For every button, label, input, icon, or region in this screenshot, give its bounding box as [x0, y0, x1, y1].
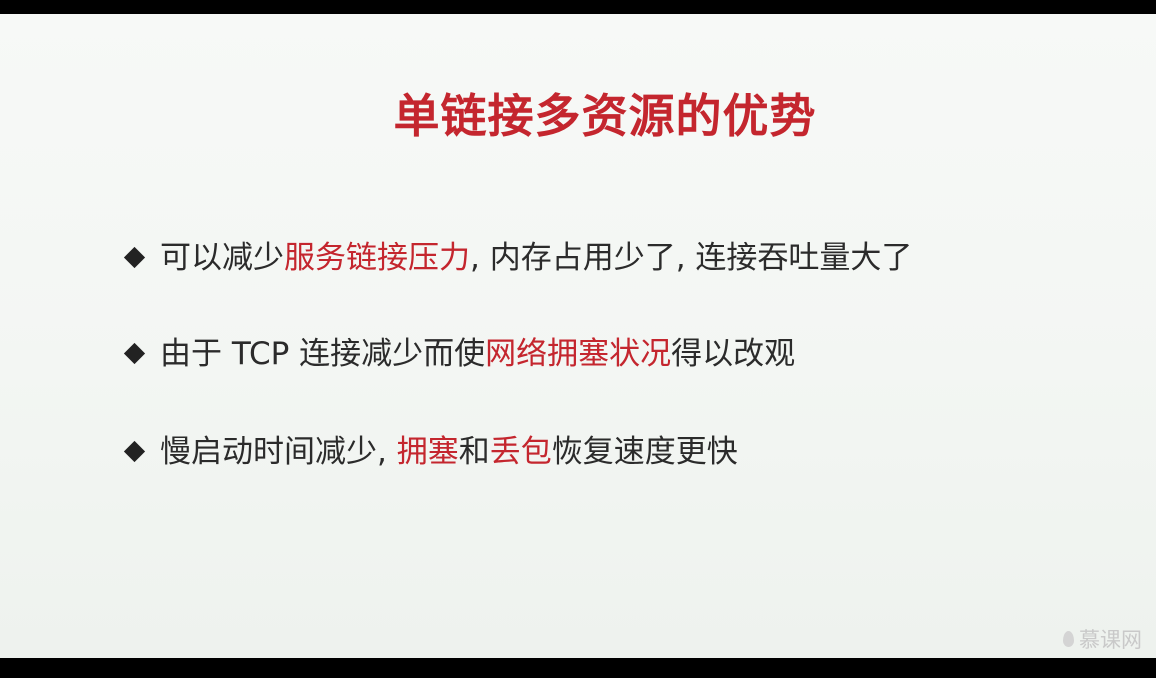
watermark-logo: 慕课网 [1063, 624, 1142, 654]
slide-title: 单链接多资源的优势 [393, 89, 817, 143]
slide: 单链接多资源的优势 可以减少服务链接压力, 内存占用少了, 连接吞吐量大了 由于… [0, 14, 1156, 658]
watermark-text: 慕课网 [1079, 628, 1142, 652]
bullet-item: 慢启动时间减少, 拥塞和丢包恢复速度更快 [121, 432, 738, 472]
bullet-text: 由于 TCP 连接减少而使 [160, 336, 486, 372]
bullet-text: 和 [458, 434, 490, 470]
bullet-text: , 内存占用少了, 连接吞吐量大了 [470, 240, 913, 276]
bullet-text: 恢复速度更快 [551, 434, 738, 470]
flame-icon [1063, 631, 1074, 647]
diamond-bullet-icon [123, 440, 146, 462]
bullet-highlight: 丢包 [489, 434, 552, 470]
bullet-highlight: 服务链接压力 [284, 240, 470, 276]
diamond-bullet-icon [123, 246, 146, 268]
bullet-text: 慢启动时间减少, [160, 434, 397, 470]
bullet-highlight: 拥塞 [396, 434, 459, 470]
bullet-text: 得以改观 [671, 336, 796, 372]
diamond-bullet-icon [123, 342, 146, 364]
bullet-item: 由于 TCP 连接减少而使网络拥塞状况得以改观 [121, 334, 795, 374]
bullet-text: 可以减少 [160, 240, 284, 276]
bullet-highlight: 网络拥塞状况 [485, 336, 672, 372]
bullet-item: 可以减少服务链接压力, 内存占用少了, 连接吞吐量大了 [121, 238, 912, 278]
